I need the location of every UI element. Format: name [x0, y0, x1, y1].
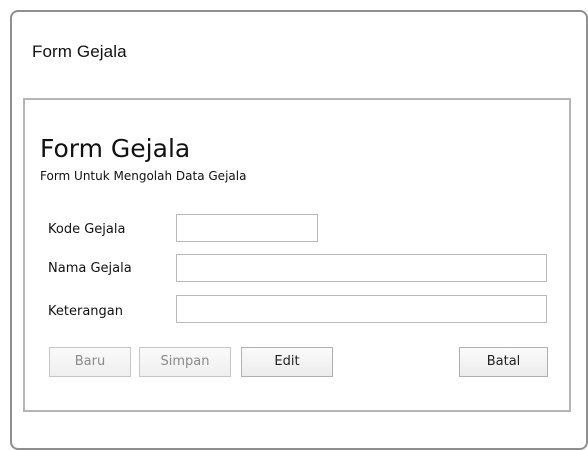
baru-button[interactable]: Baru	[49, 347, 131, 377]
nama-gejala-input[interactable]	[176, 254, 547, 282]
keterangan-label: Keterangan	[48, 304, 123, 319]
nama-gejala-label: Nama Gejala	[48, 261, 132, 276]
edit-button[interactable]: Edit	[241, 347, 333, 377]
form-title: Form Gejala	[40, 134, 191, 163]
kode-gejala-label: Kode Gejala	[48, 222, 126, 237]
batal-button[interactable]: Batal	[459, 347, 548, 377]
keterangan-input[interactable]	[176, 295, 547, 323]
form-subtitle: Form Untuk Mengolah Data Gejala	[40, 169, 247, 183]
window-title: Form Gejala	[32, 42, 127, 61]
simpan-button[interactable]: Simpan	[139, 347, 231, 377]
kode-gejala-input[interactable]	[176, 214, 318, 242]
